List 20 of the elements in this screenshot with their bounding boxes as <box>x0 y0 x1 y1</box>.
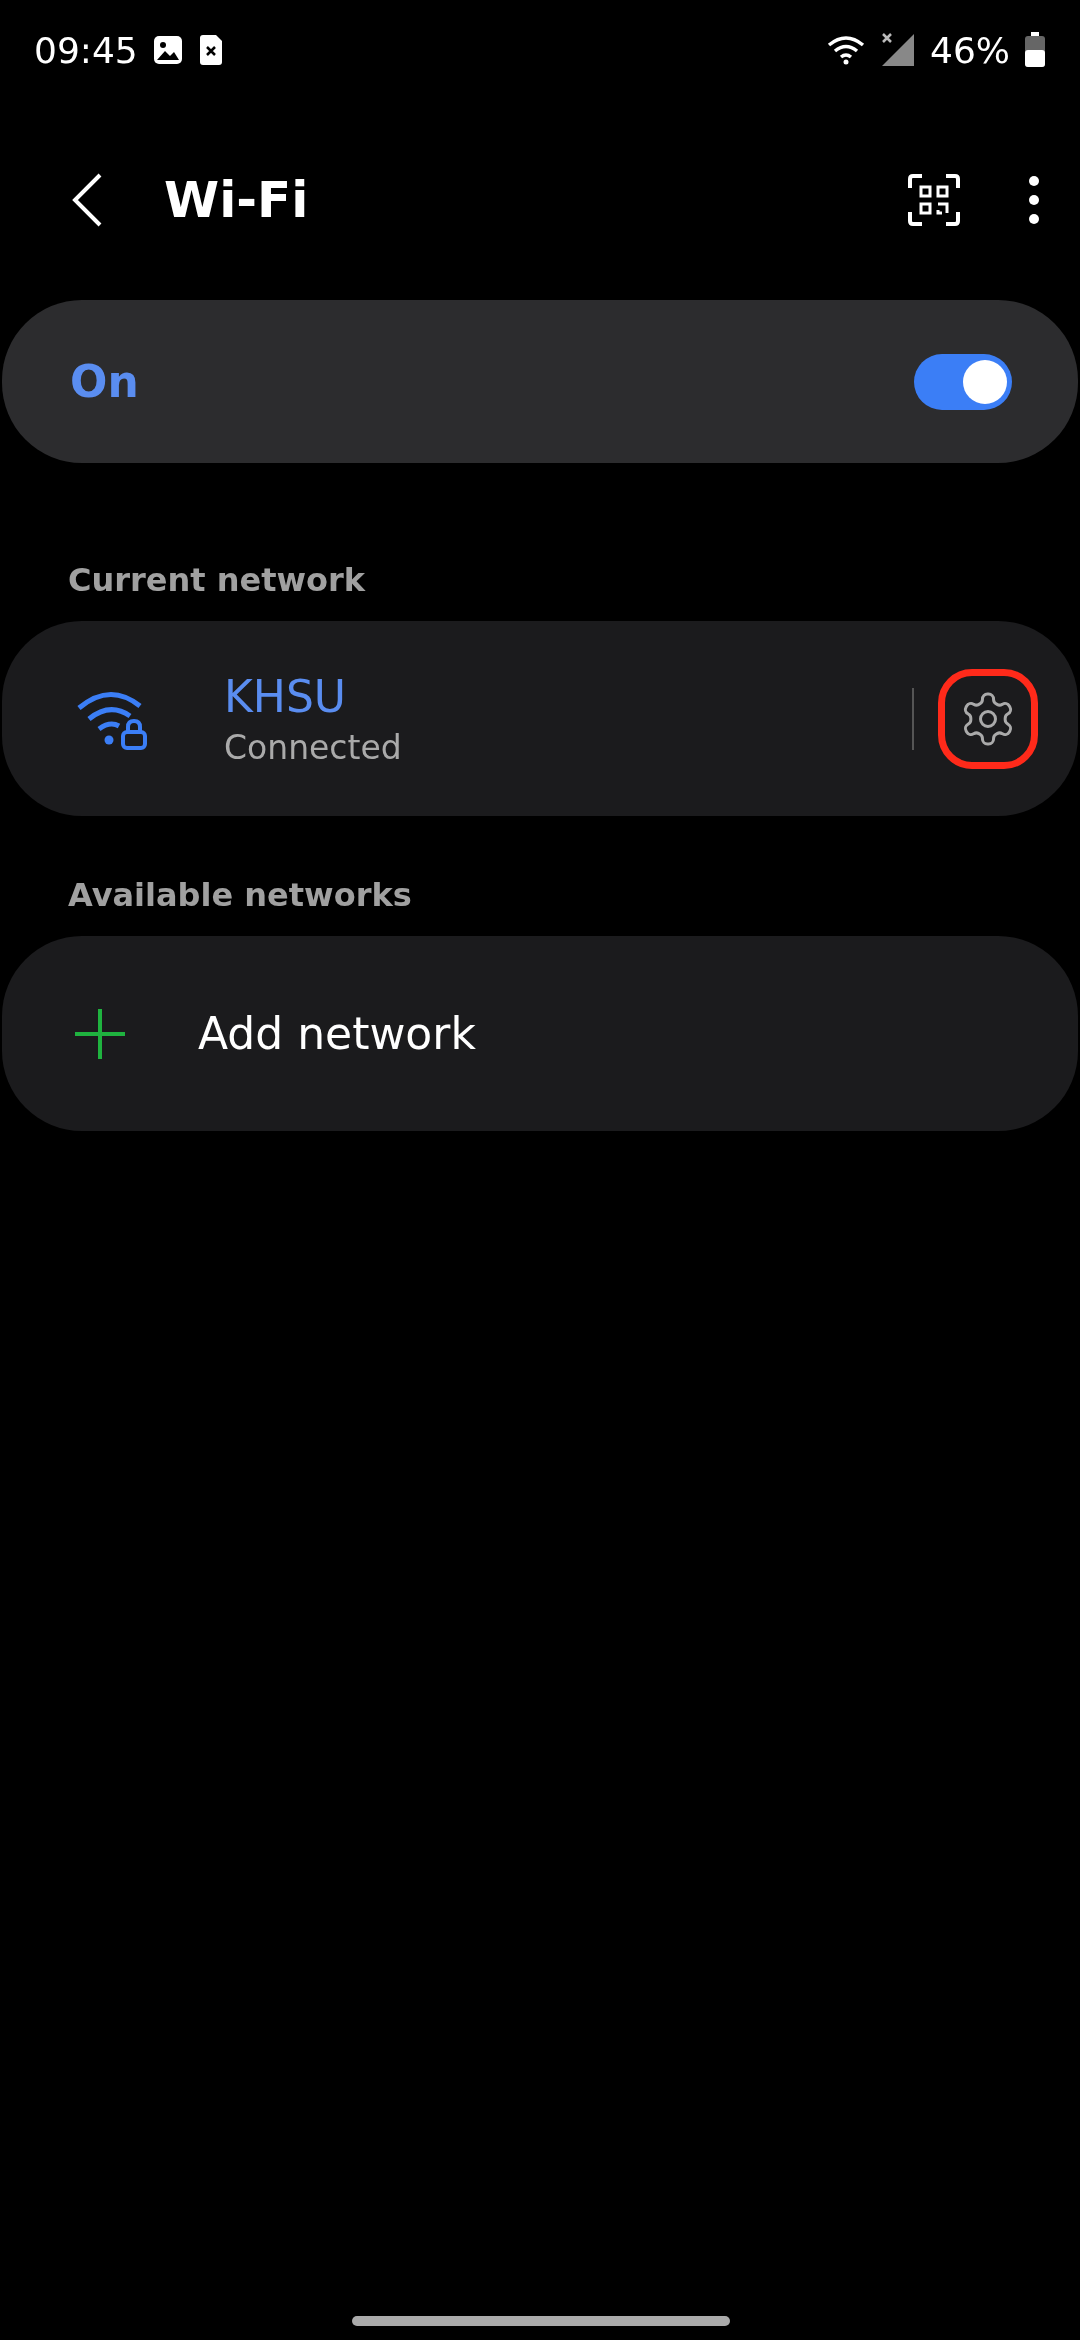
network-settings-button[interactable] <box>938 668 1038 769</box>
network-name: KHSU <box>224 670 348 722</box>
page-title: Wi-Fi <box>164 171 309 229</box>
more-vertical-icon <box>1028 175 1040 225</box>
no-signal-icon <box>880 32 916 68</box>
plus-icon <box>74 1007 126 1060</box>
wifi-icon <box>826 34 866 66</box>
network-status: Connected <box>224 727 403 767</box>
qr-scan-icon <box>908 174 960 226</box>
network-card[interactable]: KHSU Connected <box>2 621 1078 816</box>
sim-card-icon <box>197 34 224 66</box>
battery-percent: 46% <box>930 29 1010 71</box>
gallery-icon <box>151 34 184 66</box>
battery-icon <box>1024 32 1046 68</box>
back-chevron-icon <box>70 172 104 228</box>
switch-label: On <box>70 356 140 407</box>
clock: 09:45 <box>34 29 138 71</box>
add-network-item[interactable]: Add network <box>2 936 1078 1131</box>
section-title: Current network <box>68 561 367 599</box>
section-title: Available networks <box>68 876 413 914</box>
